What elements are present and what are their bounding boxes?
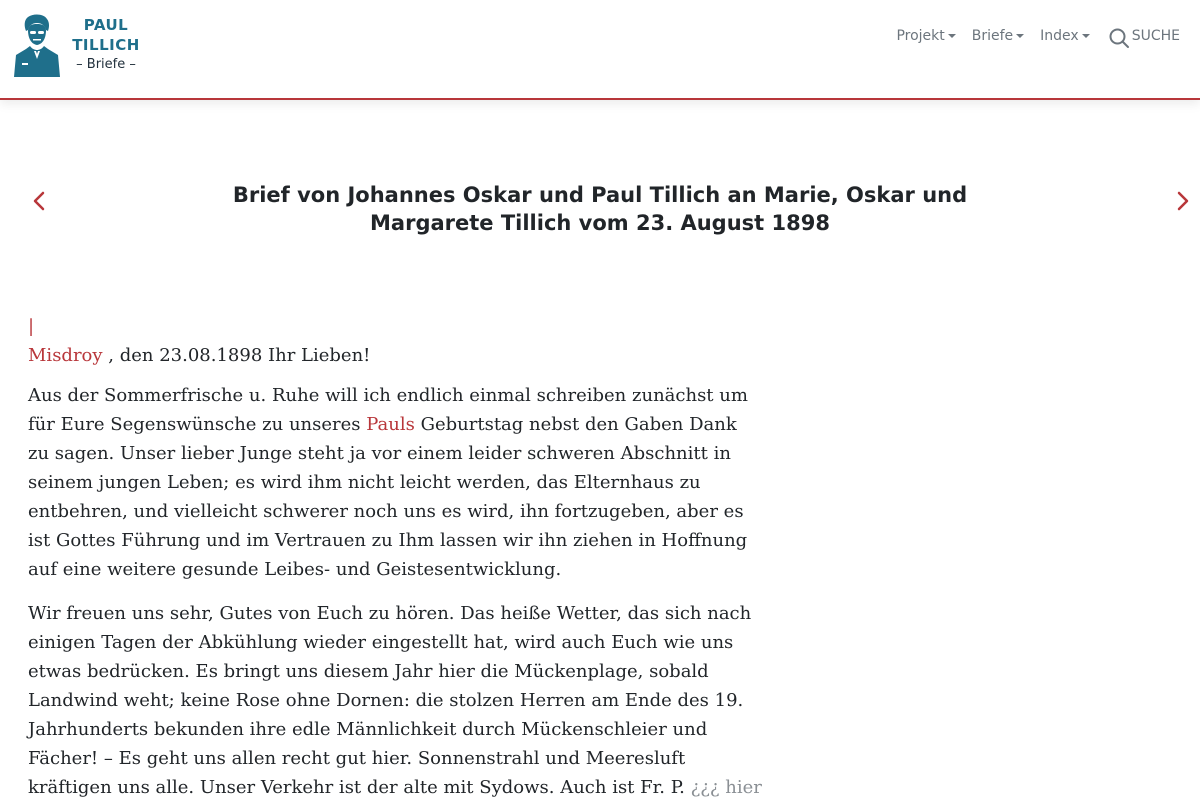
letter-title: Brief von Johannes Oskar und Paul Tillic…	[232, 183, 968, 235]
caret-down-icon	[1081, 34, 1090, 38]
search-icon	[1109, 28, 1129, 48]
nav-projekt-label: Projekt	[896, 28, 945, 44]
logo-line-tillich: TILLICH	[72, 36, 140, 54]
main-nav: Projekt Briefe Index SUCHE	[880, 24, 1180, 48]
nav-index-dropdown[interactable]: Index	[1040, 28, 1090, 44]
nav-projekt-dropdown[interactable]: Projekt	[896, 28, 956, 44]
caret-down-icon	[1016, 34, 1025, 38]
person-link-paul[interactable]: Pauls	[366, 414, 415, 435]
logo-line-briefe: – Briefe –	[76, 57, 136, 72]
site-logo[interactable]: PAUL TILLICH – Briefe –	[14, 13, 144, 79]
dateline: Misdroy , den 23.08.1898 Ihr Lieben!	[28, 341, 763, 370]
pagebreak-marker: |	[28, 316, 35, 337]
paragraph-2-text-a: Wir freuen uns sehr, Gutes von Euch zu h…	[28, 603, 752, 798]
chevron-left-icon	[33, 191, 45, 211]
paragraph-1-text-b: Geburtstag nebst den Gaben Dank zu sagen…	[28, 414, 748, 580]
letter-text: | Misdroy , den 23.08.1898 Ihr Lieben! A…	[28, 313, 763, 800]
nav-briefe-dropdown[interactable]: Briefe	[971, 28, 1025, 44]
letter-paragraph-1: Aus der Sommerfrische u. Ruhe will ich e…	[28, 381, 763, 584]
search-link[interactable]: SUCHE	[1108, 24, 1180, 49]
dateline-text: , den 23.08.1898 Ihr Lieben!	[102, 345, 371, 366]
place-link-misdroy[interactable]: Misdroy	[28, 345, 103, 366]
previous-letter-button[interactable]	[28, 188, 52, 214]
logo-line-paul: PAUL	[83, 16, 129, 34]
site-header: PAUL TILLICH – Briefe – Projekt Briefe I…	[0, 0, 1200, 100]
next-letter-button[interactable]	[1170, 188, 1194, 214]
letter-paragraph-2: Wir freuen uns sehr, Gutes von Euch zu h…	[28, 599, 763, 800]
logo-wordmark: PAUL TILLICH – Briefe –	[66, 15, 146, 75]
chevron-right-icon	[1177, 191, 1189, 211]
nav-index-label: Index	[1040, 28, 1079, 44]
nav-briefe-label: Briefe	[971, 28, 1014, 44]
search-label: SUCHE	[1131, 28, 1180, 44]
caret-down-icon	[947, 34, 956, 38]
uncertain-reading: ¿¿¿ hier	[690, 777, 762, 798]
tillich-portrait-icon	[14, 14, 60, 77]
